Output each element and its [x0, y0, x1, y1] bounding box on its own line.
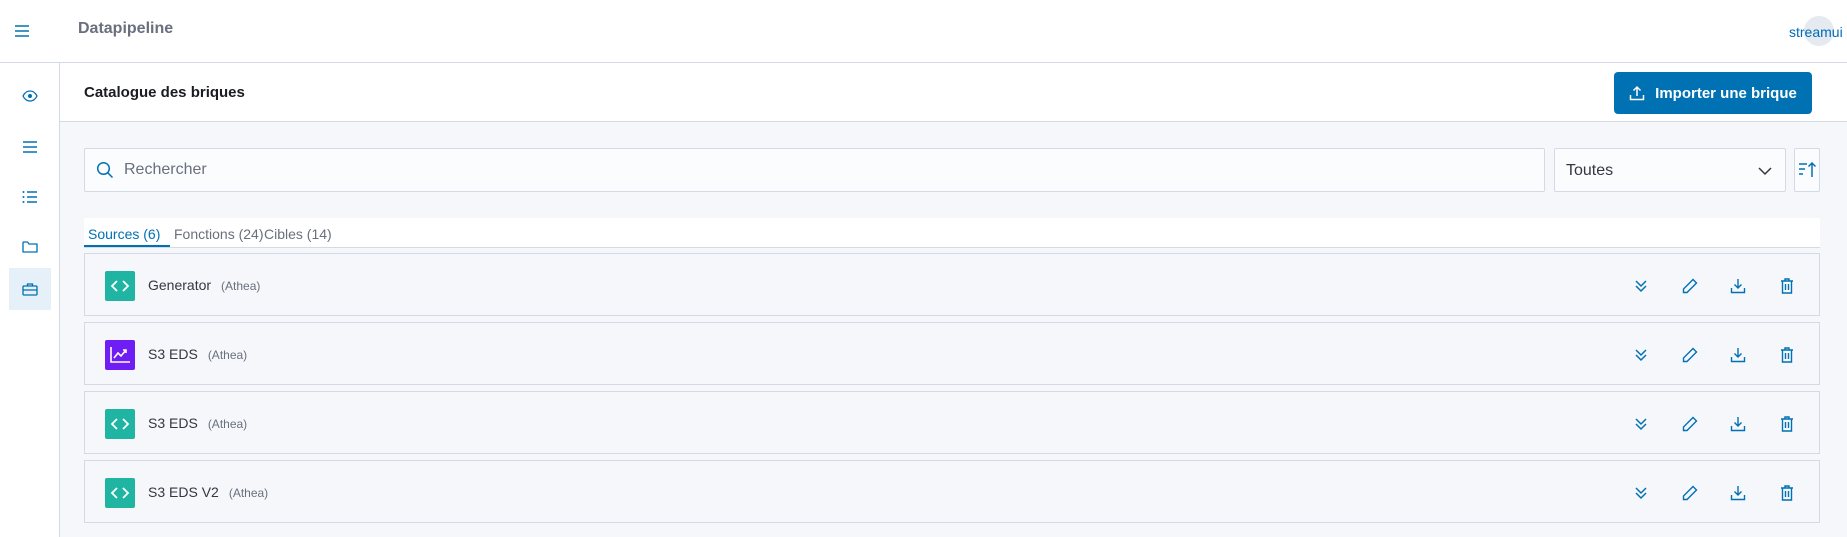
brick-row[interactable]: S3 EDS V2 (Athea) — [84, 460, 1820, 523]
top-header: Datapipeline streamui — [0, 0, 1847, 63]
import-brick-button[interactable]: Importer une brique — [1614, 72, 1812, 114]
sort-icon — [1799, 161, 1816, 177]
app-title: Datapipeline — [78, 20, 174, 37]
sort-button[interactable] — [1794, 148, 1820, 192]
download-icon[interactable] — [1726, 481, 1750, 505]
search-field[interactable] — [84, 148, 1545, 192]
download-icon[interactable] — [1726, 343, 1750, 367]
edit-icon[interactable] — [1678, 343, 1702, 367]
brick-owner: (Athea) — [207, 348, 248, 362]
brick-row[interactable]: Generator (Athea) — [84, 253, 1820, 316]
code-icon — [105, 478, 135, 508]
download-icon[interactable] — [1726, 274, 1750, 298]
edit-icon[interactable] — [1678, 481, 1702, 505]
download-icon[interactable] — [1726, 412, 1750, 436]
row-actions — [1629, 481, 1805, 505]
tab-cibles[interactable]: Cibles (14) — [264, 226, 332, 242]
expand-icon[interactable] — [1629, 274, 1653, 298]
edit-icon[interactable] — [1678, 412, 1702, 436]
delete-icon[interactable] — [1775, 274, 1799, 298]
upload-icon — [1629, 85, 1645, 101]
search-input[interactable] — [124, 149, 1524, 191]
brick-row[interactable]: S3 EDS (Athea) — [84, 391, 1820, 454]
brick-name: S3 EDS (Athea) — [148, 415, 248, 431]
page-title: Catalogue des briques — [84, 84, 245, 101]
filter-select-value: Toutes — [1566, 162, 1614, 179]
search-icon — [96, 161, 114, 179]
lines-icon[interactable] — [9, 126, 51, 168]
list-icon[interactable] — [9, 176, 51, 218]
brick-owner: (Athea) — [221, 279, 261, 293]
main-content: Catalogue des briques Importer une briqu… — [60, 63, 1847, 537]
page-header: Catalogue des briques Importer une briqu… — [60, 63, 1847, 122]
tab-fonctions[interactable]: Fonctions (24) — [174, 226, 263, 242]
eye-icon[interactable] — [9, 75, 51, 117]
code-icon — [105, 271, 135, 301]
menu-icon[interactable] — [11, 20, 33, 42]
sidebar — [0, 63, 60, 537]
expand-icon[interactable] — [1629, 343, 1653, 367]
chart-icon — [105, 340, 135, 370]
brick-name: S3 EDS (Athea) — [148, 346, 248, 362]
brick-owner: (Athea) — [207, 417, 248, 431]
chevron-down-icon — [1758, 167, 1772, 176]
import-brick-label: Importer une brique — [1655, 84, 1797, 102]
brick-name: Generator (Athea) — [148, 277, 261, 293]
user-name[interactable]: streamui — [1789, 24, 1843, 40]
bag-icon[interactable] — [9, 268, 51, 310]
delete-icon[interactable] — [1775, 412, 1799, 436]
delete-icon[interactable] — [1775, 481, 1799, 505]
row-actions — [1629, 412, 1805, 436]
brick-owner: (Athea) — [228, 486, 269, 500]
brick-name: S3 EDS V2 (Athea) — [148, 484, 269, 500]
tab-sources[interactable]: Sources (6) — [88, 226, 160, 242]
brick-row[interactable]: S3 EDS (Athea) — [84, 322, 1820, 385]
code-icon — [105, 409, 135, 439]
folder-icon[interactable] — [9, 226, 51, 268]
category-tabs: Sources (6) Fonctions (24) Cibles (14) — [84, 218, 1820, 248]
delete-icon[interactable] — [1775, 343, 1799, 367]
expand-icon[interactable] — [1629, 412, 1653, 436]
edit-icon[interactable] — [1678, 274, 1702, 298]
row-actions — [1629, 343, 1805, 367]
tab-active-indicator — [84, 245, 170, 247]
filter-select[interactable]: Toutes — [1554, 148, 1786, 192]
expand-icon[interactable] — [1629, 481, 1653, 505]
row-actions — [1629, 274, 1805, 298]
